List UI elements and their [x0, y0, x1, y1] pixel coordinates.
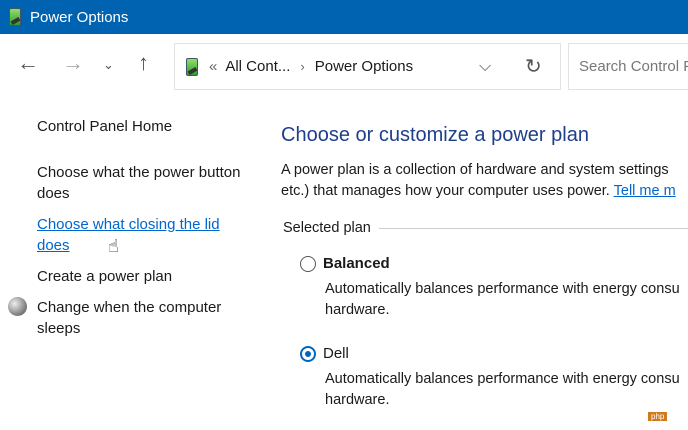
- forward-button[interactable]: →: [62, 52, 84, 74]
- back-button[interactable]: ←: [17, 52, 39, 74]
- plan-description: Automatically balances performance with …: [325, 281, 680, 318]
- selected-plan-group: Selected plan: [283, 220, 688, 236]
- breadcrumb-power-options[interactable]: Power Options: [315, 58, 413, 75]
- sleep-moon-icon: [8, 297, 27, 316]
- sidebar-item-computer-sleeps[interactable]: Change when the computer sleeps: [37, 297, 227, 339]
- up-button[interactable]: ↑: [138, 52, 149, 74]
- hand-cursor-icon: ☝: [108, 236, 119, 256]
- address-dropdown-chevron-icon[interactable]: ⌵: [479, 58, 491, 76]
- tell-me-more-link[interactable]: Tell me m: [614, 183, 676, 199]
- group-label: Selected plan: [283, 220, 371, 236]
- balanced-radio[interactable]: [300, 256, 316, 272]
- address-bar[interactable]: « All Cont... › Power Options ⌵ ↻: [174, 43, 561, 90]
- plan-name-balanced[interactable]: Balanced: [323, 255, 390, 272]
- description-line: A power plan is a collection of hardware…: [281, 162, 669, 178]
- breadcrumb-all-control-panel[interactable]: All Cont...: [225, 58, 290, 75]
- sidebar-control-panel-home[interactable]: Control Panel Home: [37, 116, 252, 137]
- overflow-breadcrumb[interactable]: «: [209, 58, 217, 75]
- refresh-icon[interactable]: ↻: [525, 54, 542, 79]
- search-placeholder: Search Control P: [579, 58, 688, 75]
- description-line: etc.) that manages how your computer use…: [281, 183, 610, 199]
- search-input[interactable]: Search Control P: [568, 43, 688, 90]
- power-options-icon: [185, 57, 199, 77]
- power-options-icon: [8, 7, 22, 27]
- sidebar-item-create-plan[interactable]: Create a power plan: [37, 266, 252, 287]
- page-title: Choose or customize a power plan: [281, 124, 589, 146]
- watermark: php: [648, 412, 668, 421]
- breadcrumb-separator[interactable]: ›: [300, 59, 304, 74]
- dell-radio[interactable]: [300, 346, 316, 362]
- recent-locations-chevron-icon[interactable]: ⌄: [103, 58, 114, 71]
- plan-name-dell[interactable]: Dell: [323, 345, 349, 362]
- title-bar: Power Options: [0, 0, 688, 34]
- window-title: Power Options: [30, 8, 129, 26]
- page-description: A power plan is a collection of hardware…: [281, 160, 676, 202]
- sidebar-item-closing-lid[interactable]: Choose what closing the lid does: [37, 214, 227, 256]
- plan-description: Automatically balances performance with …: [325, 371, 680, 408]
- sidebar-item-power-button[interactable]: Choose what the power button does: [37, 162, 252, 204]
